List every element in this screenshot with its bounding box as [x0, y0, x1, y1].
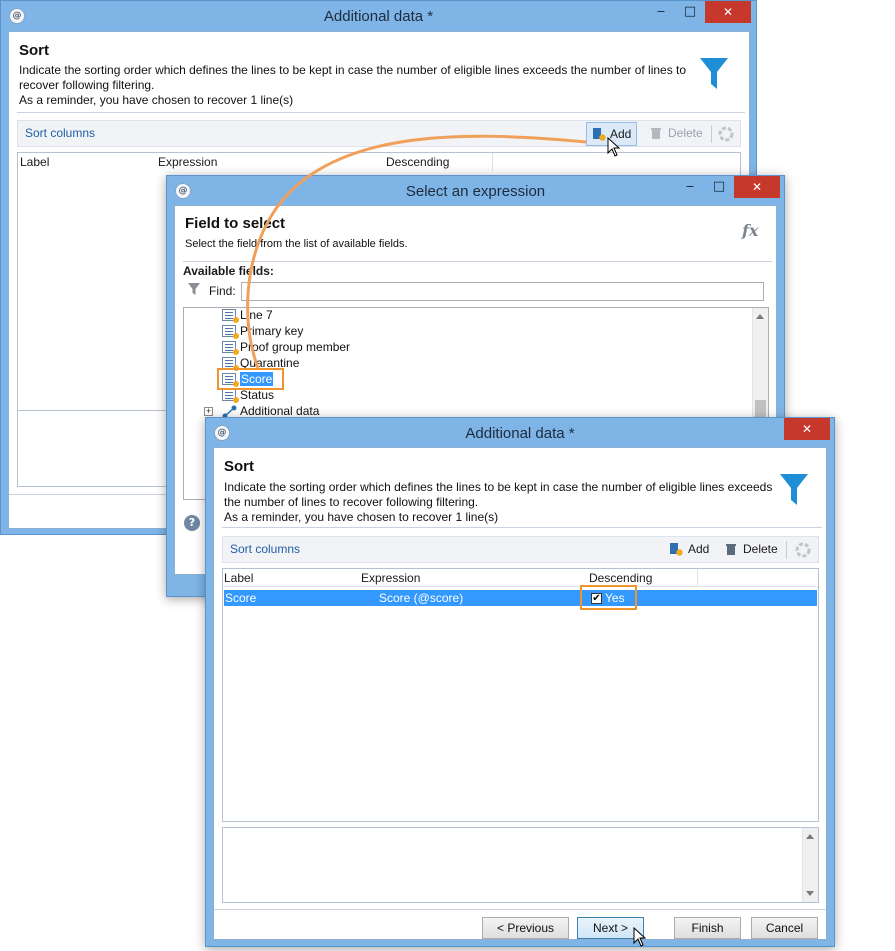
- mouse-cursor: [607, 137, 621, 157]
- mouse-cursor: [633, 927, 647, 947]
- score-highlight: [217, 368, 284, 390]
- descending-highlight: [580, 585, 637, 610]
- connector-arrow: [246, 134, 587, 369]
